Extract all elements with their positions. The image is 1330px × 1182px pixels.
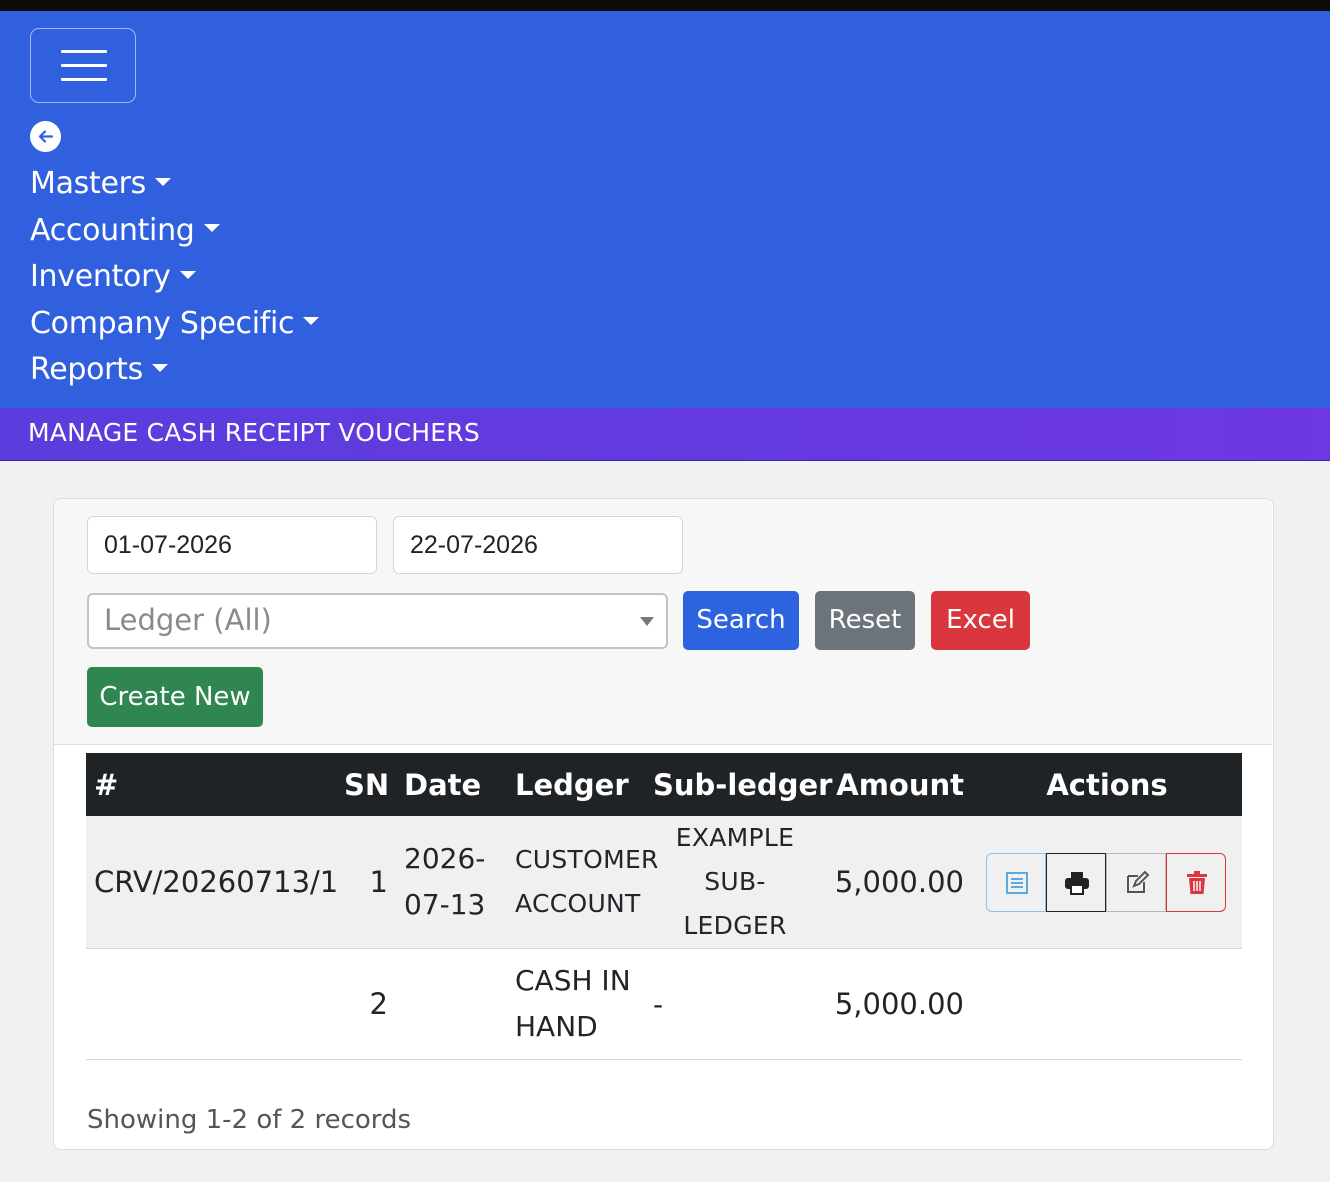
page-title: MANAGE CASH RECEIPT VOUCHERS [28,418,480,447]
column-header-sn[interactable]: SN [336,753,396,816]
menu-item-accounting[interactable]: Accounting [30,208,319,255]
column-header-subledger[interactable]: Sub-ledger [645,753,832,816]
menu-item-masters[interactable]: Masters [30,161,319,208]
voucher-date: 2026- 07-13 [396,816,507,949]
column-header-actions: Actions [972,753,1242,816]
chevron-down-icon [203,224,220,233]
vouchers-table: # SN Date Ledger Sub-ledger Amount Actio… [86,753,1242,1060]
menu-toggle-button[interactable] [30,28,136,103]
create-new-button[interactable]: Create New [87,667,263,727]
from-date-input[interactable] [87,516,377,574]
top-strip [0,0,1330,11]
hamburger-icon [61,64,107,67]
voucher-number [86,948,336,1060]
subledger-name: EXAMPLE SUB-LEDGER [645,816,825,949]
hamburger-icon [61,78,107,81]
subledger-name: - [645,948,825,1060]
ledger-name: CASH IN HAND [507,948,645,1060]
trash-icon [1187,870,1207,894]
reset-button[interactable]: Reset [815,591,915,650]
filter-panel: Ledger (All) Search Reset Excel Create N… [54,499,1272,745]
edit-button[interactable] [1106,852,1166,912]
hamburger-icon [61,50,107,53]
amount: 5,000.00 [825,816,972,949]
edit-icon [1127,870,1150,893]
voucher-number: CRV/20260713/1 [86,816,338,949]
records-summary: Showing 1-2 of 2 records [87,1105,412,1135]
navbar: Masters Accounting Inventory Company Spe… [0,11,1330,408]
menu-item-reports[interactable]: Reports [30,347,319,394]
delete-button[interactable] [1166,852,1226,912]
main-menu: Masters Accounting Inventory Company Spe… [30,161,320,394]
table-row: CRV/20260713/1 1 2026- 07-13 CUSTOMER AC… [86,816,1242,949]
column-header-ledger[interactable]: Ledger [507,753,645,816]
voucher-date [396,948,507,1060]
print-icon [1065,871,1089,895]
serial-number: 2 [336,948,396,1060]
search-button[interactable]: Search [683,591,799,650]
chevron-down-icon [640,617,654,626]
table-header-row: # SN Date Ledger Sub-ledger Amount Actio… [86,753,1242,816]
print-button[interactable] [1046,852,1106,912]
page-title-bar: MANAGE CASH RECEIPT VOUCHERS [0,408,1330,461]
table-row: 2 CASH IN HAND - 5,000.00 [86,948,1242,1060]
amount: 5,000.00 [825,948,972,1060]
column-header-amount[interactable]: Amount [825,753,972,816]
chevron-down-icon [151,363,168,372]
chevron-down-icon [303,317,320,326]
row-actions [972,948,1242,1060]
view-icon [1006,871,1028,894]
to-date-input[interactable] [393,516,683,574]
serial-number: 1 [336,816,396,949]
chevron-down-icon [154,177,171,186]
row-actions [972,816,1242,949]
column-header-number[interactable]: # [86,753,336,816]
excel-button[interactable]: Excel [931,591,1030,650]
chevron-down-icon [179,270,196,279]
column-header-date[interactable]: Date [396,753,507,816]
menu-item-company-specific[interactable]: Company Specific [30,301,320,348]
menu-item-inventory[interactable]: Inventory [30,254,319,301]
view-button[interactable] [986,852,1046,912]
back-arrow-icon[interactable] [30,121,61,152]
ledger-name: CUSTOMER ACCOUNT [507,816,658,949]
ledger-select[interactable]: Ledger (All) [87,593,668,649]
